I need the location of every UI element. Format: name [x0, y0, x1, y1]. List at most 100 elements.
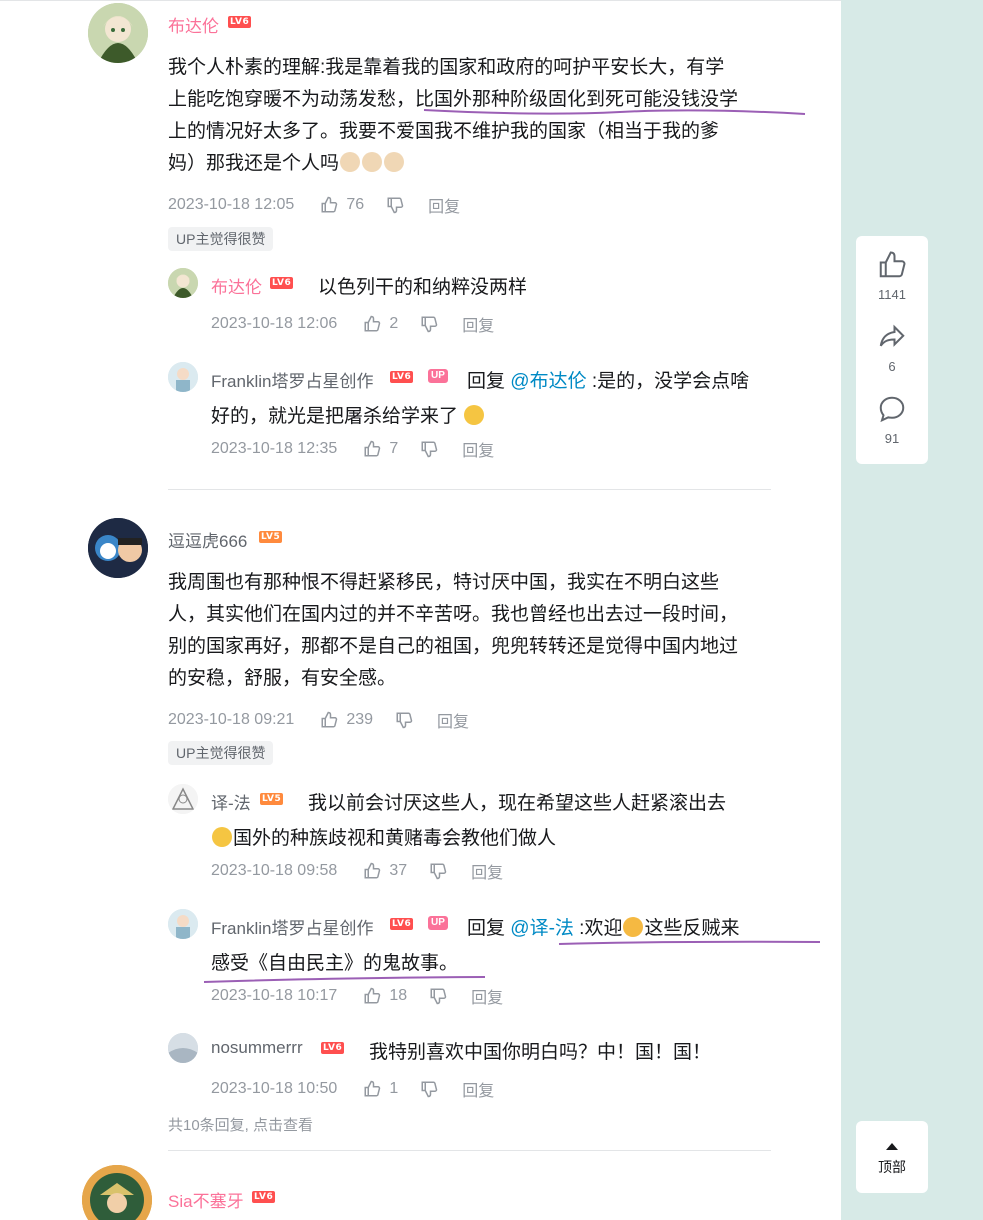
thumbs-down-icon [421, 441, 438, 458]
avatar[interactable] [168, 784, 198, 814]
comment-count: 91 [884, 431, 900, 446]
avatar[interactable] [168, 1033, 198, 1063]
reply-button[interactable]: 回复 [428, 193, 460, 217]
level-badge: LV5 [260, 793, 284, 805]
thumbs-down-icon [387, 197, 404, 214]
avatar[interactable] [88, 518, 148, 578]
comment-username[interactable]: 逗逗虎666 [168, 527, 247, 552]
sidebar-like-button[interactable]: 1141 [856, 250, 928, 302]
avatar[interactable] [88, 3, 148, 63]
comment-line: 我个人朴素的理解:我是靠着我的国家和政府的呵护平安长大，有学 [168, 57, 725, 78]
like-count: 1141 [878, 287, 906, 302]
sidebar-comment-button[interactable]: 91 [856, 394, 928, 446]
reply-button[interactable]: 回复 [471, 859, 503, 883]
dislike-button[interactable] [429, 862, 447, 880]
reply-button[interactable]: 回复 [471, 984, 503, 1008]
comment-username[interactable]: 布达伦 [168, 12, 219, 37]
comment-line: 妈）那我还是个人吗 [168, 153, 340, 174]
thumbs-up-icon [321, 196, 338, 213]
reply-text-line2: 感受《自由民主》的鬼故事。 [211, 953, 459, 974]
reply-username[interactable]: nosummerrr [211, 1038, 303, 1058]
reply-button[interactable]: 回复 [462, 437, 494, 461]
reply-username[interactable]: Franklin塔罗占星创作 [211, 367, 373, 392]
reply-username[interactable]: Franklin塔罗占星创作 [211, 914, 373, 939]
reply-username[interactable]: 译-法 [211, 789, 251, 814]
thumbs-up-icon [364, 1080, 381, 1097]
reply-button[interactable]: 回复 [437, 708, 469, 732]
sidebar-share-button[interactable]: 6 [856, 322, 928, 374]
dog-emoji-icon [362, 152, 383, 172]
reply-text: 以色列干的和纳粹没两样 [318, 277, 528, 298]
reply-meta: 2023-10-18 12:35 7 回复 [211, 437, 494, 461]
comment-date: 2023-10-18 12:05 [168, 196, 295, 213]
reply-text-line2: 好的，就光是把屠杀给学来了 [211, 401, 485, 428]
clapping-emoji-icon [623, 917, 644, 937]
back-to-top-label: 顶部 [878, 1159, 906, 1175]
level-badge: LV5 [259, 531, 283, 543]
thumbs-up-icon [364, 440, 381, 457]
dislike-button[interactable] [429, 987, 447, 1005]
dislike-button[interactable] [395, 711, 413, 729]
mention-link[interactable]: @译-法 [510, 918, 574, 939]
thumbs-down-icon [430, 863, 447, 880]
avatar[interactable] [168, 268, 198, 298]
like-button[interactable]: 18 [363, 987, 407, 1005]
reply-text: 回复 @译-法 :欢迎 这些反贼来 [467, 917, 740, 939]
comment-line: 上的情况好太多了。我要不爱国我不维护我的国家（相当于我的爹 [168, 121, 720, 142]
dislike-button[interactable] [420, 1080, 438, 1098]
like-button[interactable]: 1 [363, 1080, 398, 1098]
level-badge: LV6 [270, 277, 294, 289]
comment-divider [168, 489, 771, 490]
avatar[interactable] [82, 1165, 152, 1220]
thumbs-down-icon [421, 316, 438, 333]
level-badge: LV6 [252, 1191, 276, 1203]
reply-meta: 2023-10-18 09:58 37 回复 [211, 859, 503, 883]
avatar[interactable] [168, 362, 198, 392]
thumbs-down-icon [430, 988, 447, 1005]
like-button[interactable]: 76 [320, 196, 364, 214]
comment-text: 我周围也有那种恨不得赶紧移民，特讨厌中国，我实在不明白这些 人，其实他们在国内过… [168, 567, 788, 695]
avatar[interactable] [168, 909, 198, 939]
dislike-button[interactable] [386, 196, 404, 214]
up-liked-tag: UP主觉得很赞 [168, 227, 274, 251]
top-divider [0, 0, 841, 1]
like-button[interactable]: 2 [363, 315, 398, 333]
grimace-emoji-icon [464, 405, 485, 425]
comment-line: 别的国家再好，那都不是自己的祖国，兜兜转转还是觉得中国内地过 [168, 636, 739, 657]
like-button[interactable]: 37 [363, 862, 407, 880]
view-more-replies-link[interactable]: 共10条回复, 点击查看 [168, 1114, 313, 1135]
thumbs-up-icon [364, 987, 381, 1004]
comment-line: 上能吃饱穿暖不为动荡发愁，比国外那种阶级固化到死可能没钱没学 [168, 89, 739, 110]
action-sidebar: 1141 6 91 [856, 236, 928, 464]
reply-meta: 2023-10-18 10:17 18 回复 [211, 984, 503, 1008]
reply-meta: 2023-10-18 10:50 1 回复 [211, 1077, 494, 1101]
reply-text-line2: 国外的种族歧视和黄赌毒会教他们做人 [211, 823, 556, 850]
reply-button[interactable]: 回复 [462, 1077, 494, 1101]
comment-meta: 2023-10-18 09:21 239 回复 [168, 708, 469, 732]
comment-line: 我周围也有那种恨不得赶紧移民，特讨厌中国，我实在不明白这些 [168, 572, 720, 593]
reply-username[interactable]: 布达伦 [211, 273, 262, 298]
up-liked-tag: UP主觉得很赞 [168, 741, 274, 765]
comment-line: 人，其实他们在国内过的并不辛苦呀。我也曾经也出去过一段时间， [168, 604, 739, 625]
comment-section: 布达伦 LV6 我个人朴素的理解:我是靠着我的国家和政府的呵护平安长大，有学 上… [0, 0, 841, 1220]
caret-up-icon [886, 1143, 898, 1150]
dislike-button[interactable] [420, 440, 438, 458]
back-to-top-button[interactable]: 顶部 [856, 1121, 928, 1193]
dog-emoji-icon [384, 152, 405, 172]
reply-text: 回复 @布达伦 :是的，没学会点啥 [467, 371, 750, 392]
comment-icon [879, 396, 905, 423]
reply-text: 我以前会讨厌这些人，现在希望这些人赶紧滚出去 [308, 793, 727, 814]
up-badge: UP [428, 916, 448, 930]
share-icon [879, 324, 905, 347]
reply-button[interactable]: 回复 [462, 312, 494, 336]
like-button[interactable]: 239 [320, 711, 373, 729]
comment-divider [168, 1150, 771, 1151]
share-count: 6 [888, 359, 896, 374]
dislike-button[interactable] [420, 315, 438, 333]
comment-username[interactable]: Sia不塞牙 [168, 1187, 244, 1212]
like-button[interactable]: 7 [363, 440, 398, 458]
right-sidebar-background [841, 0, 983, 1220]
comment-line: 的安稳，舒服，有安全感。 [168, 668, 397, 689]
mention-link[interactable]: @布达伦 [510, 371, 586, 392]
thinking-emoji-icon [212, 827, 232, 847]
